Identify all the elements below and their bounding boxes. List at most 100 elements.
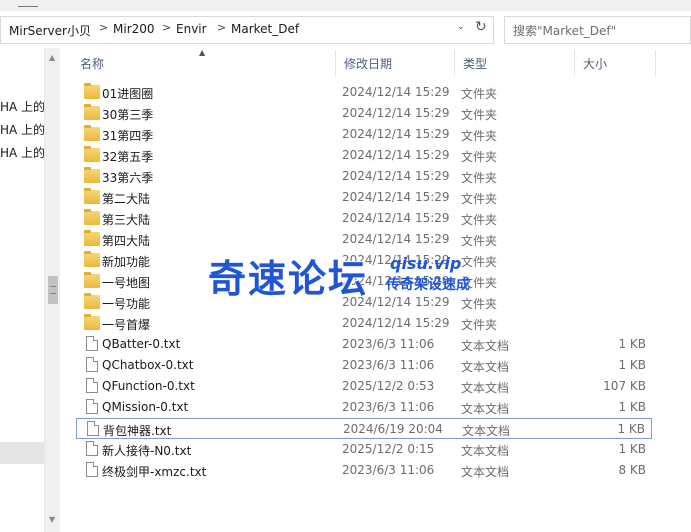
file-row[interactable]: 第四大陆 2024/12/14 15:29 文件夹 <box>76 229 652 250</box>
address-bar[interactable]: MirServer小贝 > Mir200 > Envir > Market_De… <box>0 16 494 44</box>
file-row[interactable]: QMission-0.txt 2023/6/3 11:06 文本文档 1 KB <box>76 397 652 418</box>
nav-item-label[interactable]: HA 上的 <box>0 121 45 138</box>
file-modified-date: 2023/6/3 11:06 <box>342 463 435 477</box>
file-name: 第三大陆 <box>102 213 151 227</box>
file-row[interactable]: 终极剑甲-xmzc.txt 2023/6/3 11:06 文本文档 8 KB <box>76 460 652 481</box>
file-name: QChatbox-0.txt <box>102 358 194 372</box>
column-header-name[interactable]: 名称 <box>72 50 336 76</box>
scroll-down-arrow-icon[interactable]: ▼ <box>49 515 55 524</box>
file-row[interactable]: 31第四季 2024/12/14 15:29 文件夹 <box>76 124 652 145</box>
file-type: 文本文档 <box>461 465 510 479</box>
nav-item-selected[interactable] <box>0 442 44 464</box>
column-header-size[interactable]: 大小 <box>575 50 656 76</box>
file-modified-date: 2024/6/19 20:04 <box>343 422 443 436</box>
file-type: 文件夹 <box>461 129 498 143</box>
address-history-dropdown-icon[interactable]: ⌄ <box>457 22 465 32</box>
column-header-type[interactable]: 类型 <box>455 50 575 76</box>
file-type: 文件夹 <box>461 108 498 122</box>
file-name: QBatter-0.txt <box>102 337 181 351</box>
breadcrumb-envir[interactable]: Envir <box>176 22 207 36</box>
file-row[interactable]: 01进图圈 2024/12/14 15:29 文件夹 <box>76 82 652 103</box>
file-row[interactable]: 一号地图 2024/12/14 15:29 文件夹 <box>76 271 652 292</box>
refresh-icon[interactable]: ↻ <box>475 19 487 35</box>
file-type: 文件夹 <box>461 150 498 164</box>
file-name: 第四大陆 <box>102 234 151 248</box>
file-modified-date: 2023/6/3 11:06 <box>342 400 435 414</box>
text-file-icon <box>86 357 98 372</box>
file-modified-date: 2024/12/14 15:29 <box>342 85 450 99</box>
text-file-icon <box>86 399 98 414</box>
file-modified-date: 2025/12/2 0:15 <box>342 442 435 456</box>
file-type: 文本文档 <box>461 381 510 395</box>
file-type: 文本文档 <box>461 444 510 458</box>
file-type: 文件夹 <box>461 276 498 290</box>
file-name: 新加功能 <box>102 255 151 269</box>
breadcrumb-market-def[interactable]: Market_Def <box>231 22 299 36</box>
file-row[interactable]: QBatter-0.txt 2023/6/3 11:06 文本文档 1 KB <box>76 334 652 355</box>
folder-icon <box>84 104 100 120</box>
breadcrumb-separator-icon[interactable]: > <box>99 21 108 34</box>
folder-icon <box>84 293 100 309</box>
file-type: 文本文档 <box>461 360 510 374</box>
scrollbar-thumb[interactable] <box>48 276 58 304</box>
folder-icon <box>84 146 100 162</box>
nav-item-label[interactable]: HA 上的 <box>0 144 45 161</box>
text-file-icon <box>86 336 98 351</box>
file-modified-date: 2024/12/14 15:29 <box>342 232 450 246</box>
file-row[interactable]: 第三大陆 2024/12/14 15:29 文件夹 <box>76 208 652 229</box>
file-modified-date: 2023/6/3 11:06 <box>342 337 435 351</box>
folder-icon <box>84 83 100 99</box>
breadcrumb-mirserver[interactable]: MirServer小贝 <box>9 22 91 39</box>
file-type: 文件夹 <box>461 297 498 311</box>
scroll-up-arrow-icon[interactable]: ▲ <box>49 53 55 62</box>
text-file-icon <box>86 441 98 456</box>
file-modified-date: 2024/12/14 15:29 <box>342 190 450 204</box>
file-row[interactable]: 第二大陆 2024/12/14 15:29 文件夹 <box>76 187 652 208</box>
file-name: 一号地图 <box>102 276 151 290</box>
file-modified-date: 2024/12/14 15:29 <box>342 127 450 141</box>
file-modified-date: 2024/12/14 15:29 <box>342 106 450 120</box>
column-headers: ▲ 名称 修改日期 类型 大小 <box>72 48 656 76</box>
file-name: 背包神器.txt <box>103 424 172 438</box>
file-row[interactable]: 30第三季 2024/12/14 15:29 文件夹 <box>76 103 652 124</box>
search-placeholder: 搜索"Market_Def" <box>513 24 617 38</box>
file-type: 文件夹 <box>461 171 498 185</box>
file-modified-date: 2025/12/2 0:53 <box>342 379 435 393</box>
file-name: 32第五季 <box>102 150 154 164</box>
file-type: 文件夹 <box>461 87 498 101</box>
file-name: 一号功能 <box>102 297 151 311</box>
nav-item-label[interactable]: HA 上的 <box>0 98 45 115</box>
file-row[interactable]: 32第五季 2024/12/14 15:29 文件夹 <box>76 145 652 166</box>
navigation-pane-scrollbar[interactable]: ▲ ▼ <box>44 48 60 532</box>
menu-ribbon-fragment <box>18 0 38 7</box>
file-size: 8 KB <box>618 463 646 477</box>
file-name: QMission-0.txt <box>102 400 189 414</box>
file-name: 31第四季 <box>102 129 154 143</box>
search-input[interactable]: 搜索"Market_Def" <box>504 16 691 44</box>
file-size: 1 KB <box>618 358 646 372</box>
folder-icon <box>84 314 100 330</box>
breadcrumb-separator-icon[interactable]: > <box>217 21 226 34</box>
file-row-selected[interactable]: 背包神器.txt 2024/6/19 20:04 文本文档 1 KB <box>76 418 652 439</box>
file-modified-date: 2024/12/14 15:29 <box>342 295 450 309</box>
file-modified-date: 2024/12/14 15:29 <box>342 253 450 267</box>
file-row[interactable]: QFunction-0.txt 2025/12/2 0:53 文本文档 107 KB <box>76 376 652 397</box>
menu-ribbon-strip <box>0 0 691 11</box>
file-row[interactable]: 新人接待-N0.txt 2025/12/2 0:15 文本文档 1 KB <box>76 439 652 460</box>
folder-icon <box>84 125 100 141</box>
file-row[interactable]: 一号首爆 2024/12/14 15:29 文件夹 <box>76 313 652 334</box>
file-row[interactable]: 33第六季 2024/12/14 15:29 文件夹 <box>76 166 652 187</box>
folder-icon <box>84 272 100 288</box>
file-row[interactable]: QChatbox-0.txt 2023/6/3 11:06 文本文档 1 KB <box>76 355 652 376</box>
breadcrumb-mir200[interactable]: Mir200 <box>113 22 155 36</box>
file-row[interactable]: 新加功能 2024/12/14 15:29 文件夹 <box>76 250 652 271</box>
file-name: 第二大陆 <box>102 192 151 206</box>
file-name: 终极剑甲-xmzc.txt <box>102 465 207 479</box>
file-size: 1 KB <box>618 442 646 456</box>
scrollbar-grip-icon <box>50 286 56 294</box>
file-row[interactable]: 一号功能 2024/12/14 15:29 文件夹 <box>76 292 652 313</box>
column-header-date[interactable]: 修改日期 <box>336 50 455 76</box>
file-modified-date: 2024/12/14 15:29 <box>342 211 450 225</box>
file-name: 30第三季 <box>102 108 154 122</box>
breadcrumb-separator-icon[interactable]: > <box>162 21 171 34</box>
